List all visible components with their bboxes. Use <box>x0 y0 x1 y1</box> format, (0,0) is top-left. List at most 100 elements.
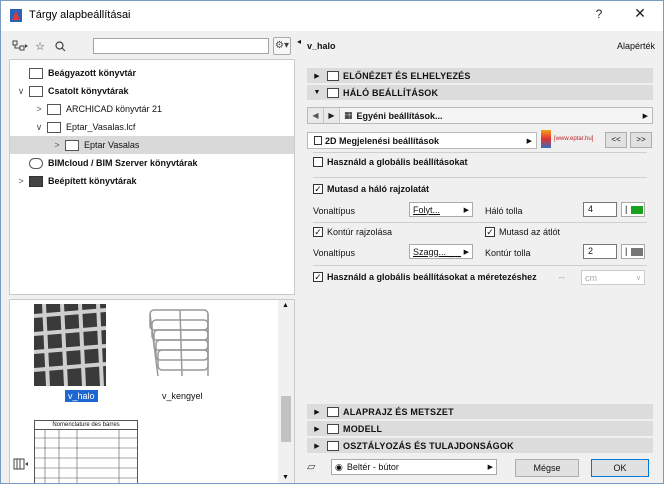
panel-splitter[interactable]: ◂ <box>297 35 302 475</box>
preview-placement-icon <box>327 70 339 81</box>
checkbox-label: Mutasd az átlót <box>499 227 561 237</box>
tree-item-label: Beépített könyvtárak <box>48 176 137 186</box>
thumbnail-v-halo[interactable] <box>33 303 107 387</box>
section-classification[interactable]: ▶ OSZTÁLYOZÁS ÉS TULAJDONSÁGOK <box>307 438 653 453</box>
section-preview[interactable]: ▶ ELŐNÉZET ÉS ELHELYEZÉS <box>307 68 653 83</box>
section-mesh-settings[interactable]: ▼ HÁLÓ BEÁLLÍTÁSOK <box>307 85 653 100</box>
dropdown-arrow-icon[interactable]: ▶ <box>488 463 493 471</box>
chevron-down-icon[interactable]: ∨ <box>636 274 641 282</box>
dropdown-arrow-icon[interactable]: ▶ <box>464 206 469 214</box>
section-floorplan[interactable]: ▶ ALAPRAJZ ÉS METSZET <box>307 404 653 419</box>
settings-panel: v_halo Alapérték ▶ ELŐNÉZET ÉS ELHELYEZÉ… <box>305 35 655 475</box>
expand-triangle-icon[interactable]: ▶ <box>311 72 323 80</box>
thumbnail-bar-schedule[interactable]: Nomenclature des barres <box>34 420 138 483</box>
ok-button[interactable]: OK <box>591 459 649 477</box>
library-search-input[interactable] <box>93 38 269 54</box>
checkbox-checked[interactable]: ✓ <box>485 227 495 237</box>
library-icon <box>29 85 43 97</box>
cancel-button[interactable]: Mégse <box>515 459 579 477</box>
chevron-right-icon[interactable]: > <box>52 140 62 150</box>
library-tree-icon[interactable] <box>11 37 29 55</box>
contour-pen-label: Kontúr tolla <box>485 248 531 258</box>
layer-icon: ▱ <box>307 461 316 473</box>
unit-dropdown[interactable]: cm ∨ <box>581 270 645 285</box>
tree-item-eptar-lcf[interactable]: ∨ Eptar_Vasalas.lcf <box>10 118 294 136</box>
dialog-window: Tárgy alapbeállításai ? ✕ ☆ ⚙▾ Beágyazot… <box>0 0 664 484</box>
use-global-checkbox[interactable]: Használd a globális beállításokat <box>313 157 468 167</box>
dropdown-arrow-icon[interactable]: ▶ <box>464 248 469 256</box>
help-button[interactable]: ? <box>591 7 607 21</box>
dimension-icon: ↔ <box>557 271 566 281</box>
settings-gear-icon[interactable]: ⚙▾ <box>273 37 291 55</box>
prev-button[interactable]: << <box>605 132 627 148</box>
chevron-right-icon[interactable]: > <box>34 104 44 114</box>
checkbox-label: Használd a globális beállításokat <box>327 157 468 167</box>
contour-pen-swatch[interactable]: | <box>621 244 645 259</box>
thumbnail-caption[interactable]: v_kengyel <box>162 391 203 401</box>
library-tree: Beágyazott könyvtár ∨ Csatolt könyvtárak… <box>9 59 295 295</box>
dropdown-arrow-icon[interactable]: ▶ <box>527 137 532 145</box>
favorites-star-icon[interactable]: ☆ <box>31 37 49 55</box>
contour-drawing-checkbox[interactable]: ✓ Kontúr rajzolása <box>313 227 392 237</box>
scroll-up-icon[interactable]: ▲ <box>282 302 289 309</box>
collapse-triangle-icon[interactable]: ▼ <box>311 89 323 96</box>
chevron-down-icon[interactable]: ∨ <box>34 122 44 133</box>
pen-marker: | <box>625 204 628 214</box>
mesh-grid-icon <box>327 87 339 98</box>
container-file-icon <box>47 121 61 133</box>
mesh-pen-input[interactable]: 4 <box>583 202 617 217</box>
section-model[interactable]: ▶ MODELL <box>307 421 653 436</box>
close-button[interactable]: ✕ <box>632 5 648 22</box>
custom-settings-label: Egyéni beállítások... <box>356 110 443 121</box>
pen-marker: | <box>625 246 628 256</box>
custom-settings-selector[interactable]: ◀ ▶ ▦ Egyéni beállítások... ▶ <box>307 107 653 124</box>
scrollbar-thumb[interactable] <box>281 396 291 442</box>
chevron-down-icon[interactable]: ∨ <box>16 86 26 97</box>
linetype-dropdown-1[interactable]: Folyt... ▶ <box>409 202 473 217</box>
show-diagonal-checkbox[interactable]: ✓ Mutasd az átlót <box>485 227 560 237</box>
window-title: Tárgy alapbeállításai <box>29 9 131 21</box>
settings-header: v_halo Alapérték <box>305 35 655 55</box>
linetype-dropdown-2[interactable]: Szagg... _ _ ▶ <box>409 244 473 259</box>
divider <box>313 265 647 266</box>
library-manager-icon[interactable] <box>9 455 33 473</box>
next-page-arrow-icon[interactable]: ▶ <box>324 108 340 123</box>
expand-triangle-icon[interactable]: ▶ <box>311 442 323 450</box>
tree-item-eptar-vasalas[interactable]: > Eptar Vasalas <box>10 136 294 154</box>
checkbox-checked[interactable]: ✓ <box>313 227 323 237</box>
show-mesh-checkbox[interactable]: ✓ Mutasd a háló rajzolatát <box>313 184 429 194</box>
display-settings-selector[interactable]: 2D Megjelenési beállítások ▶ <box>307 132 537 149</box>
tree-item-linked-libraries[interactable]: ∨ Csatolt könyvtárak <box>10 82 294 100</box>
display-settings-icon <box>314 136 322 145</box>
tree-item-builtin-libraries[interactable]: > Beépített könyvtárak <box>10 172 294 190</box>
layer-dropdown[interactable]: ◉ Beltér - bútor ▶ <box>331 459 497 475</box>
collapse-arrow-icon[interactable]: ◂ <box>297 37 301 46</box>
divider <box>313 222 647 223</box>
checkbox-label: Mutasd a háló rajzolatát <box>327 184 430 194</box>
tree-item-embedded-library[interactable]: Beágyazott könyvtár <box>10 64 294 82</box>
checkbox-checked[interactable]: ✓ <box>313 272 323 282</box>
object-thumbnails: v_halo v_kengyel Nomenclature des barres… <box>9 299 295 483</box>
expand-triangle-icon[interactable]: ▶ <box>311 408 323 416</box>
global-dimension-checkbox[interactable]: ✓ Használd a globális beállításokat a mé… <box>313 272 537 282</box>
search-icon[interactable] <box>51 37 69 55</box>
tree-item-archicad-library[interactable]: > ARCHICAD könyvtár 21 <box>10 100 294 118</box>
checkbox-label: Kontúr rajzolása <box>327 227 393 237</box>
thumbnail-v-kengyel[interactable] <box>140 304 220 386</box>
dropdown-arrow-icon[interactable]: ▶ <box>643 112 648 120</box>
linetype-value: Szagg... _ _ <box>413 246 462 257</box>
thumbnail-caption[interactable]: v_halo <box>65 390 98 402</box>
checkbox-box[interactable] <box>313 157 323 167</box>
next-button[interactable]: >> <box>630 132 652 148</box>
contour-pen-input[interactable]: 2 <box>583 244 617 259</box>
scroll-down-icon[interactable]: ▼ <box>282 474 289 481</box>
mesh-pen-swatch[interactable]: | <box>621 202 645 217</box>
archicad-app-icon <box>10 9 22 22</box>
tree-item-bimcloud[interactable]: BIMcloud / BIM Szerver könyvtárak <box>10 154 294 172</box>
expand-triangle-icon[interactable]: ▶ <box>311 425 323 433</box>
prev-page-arrow-icon[interactable]: ◀ <box>308 108 324 123</box>
checkbox-checked[interactable]: ✓ <box>313 184 323 194</box>
chevron-right-icon[interactable]: > <box>16 176 26 186</box>
section-title: ALAPRAJZ ÉS METSZET <box>343 406 454 417</box>
thumbnail-scrollbar[interactable]: ▲ ▼ <box>278 300 294 483</box>
